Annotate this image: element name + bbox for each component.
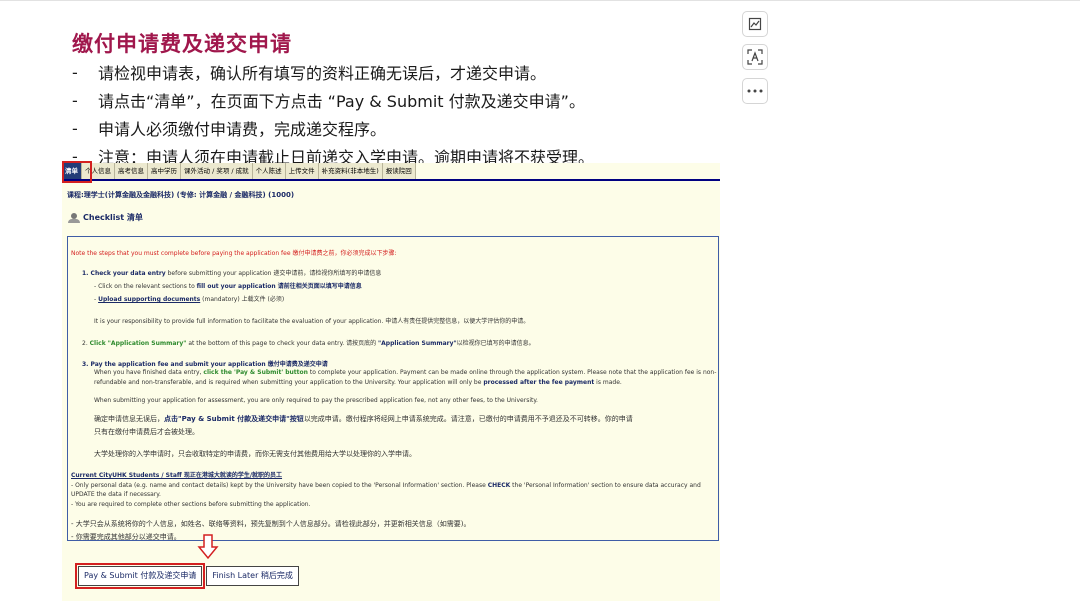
tab-gaokao-info[interactable]: 高考信息: [115, 163, 148, 179]
step-3-cn-1: 确定申请信息无误后，点击"Pay & Submit 付款及递交申请"按钮以完成申…: [94, 415, 633, 423]
image-edit-icon[interactable]: [742, 11, 768, 37]
slide-title: 缴付申请费及递交申请: [72, 32, 292, 56]
more-icon[interactable]: [742, 78, 768, 104]
current-line-1: - Only personal data (e.g. name and cont…: [71, 482, 701, 489]
step-3-cn-3: 大学处理你的入学申请时，只会收取特定的申请费，而你无需支付其他费用给大学以处理你…: [94, 450, 416, 458]
checklist-heading: Checklist 清单: [68, 212, 143, 223]
step-1-a: - Click on the relevant sections to fill…: [94, 283, 362, 290]
step-3-line-1: When you have finished data entry, click…: [94, 369, 717, 376]
tab-personal-statement[interactable]: 个人陈述: [252, 163, 286, 179]
pay-submit-button[interactable]: Pay & Submit 付款及递交申请: [74, 563, 206, 589]
current-line-2: UPDATE the data if necessary.: [71, 491, 161, 498]
tab-supplementary[interactable]: 补充资料(非本地生): [318, 163, 383, 179]
tab-activities[interactable]: 课外活动 / 奖项 / 成就: [181, 163, 253, 179]
checklist-box: Note the steps that you must complete be…: [67, 236, 719, 541]
text-recognition-icon[interactable]: [742, 44, 768, 70]
step-1-title: 1. Check your data entry before submitti…: [82, 270, 382, 277]
step-1-note: It is your responsibility to provide ful…: [94, 318, 530, 325]
step-3-line-3: When submitting your application for ass…: [94, 397, 538, 404]
step-3-title: 3. Pay the application fee and submit yo…: [82, 361, 328, 368]
action-buttons: Pay & Submit 付款及递交申请 Finish Later 稍后完成: [74, 563, 299, 589]
current-cn-1: - 大学只会从系统将你的个人信息，如姓名、联络等资料，预先复制到个人信息部分。请…: [71, 520, 471, 528]
tab-high-school[interactable]: 高中学历: [148, 163, 181, 179]
step-1-b: - Upload supporting documents (mandatory…: [94, 296, 285, 303]
tab-programme[interactable]: 报读院回: [382, 163, 416, 179]
current-students-title: Current CityUHK Students / Staff 现正在港城大就…: [71, 472, 283, 479]
intro-note: Note the steps that you must complete be…: [71, 250, 397, 257]
step-3-line-2: refundable and non-transferable, and is …: [94, 379, 622, 386]
current-cn-2: - 你需要完成其他部分以递交申请。: [71, 533, 181, 541]
course-title: 课程:理学士(计算金融及金融科技) (专修: 计算金融 / 金融科技) (100…: [67, 191, 295, 199]
user-icon: [68, 212, 80, 223]
step-3-cn-2: 只有在缴付申请费后才会被处理。: [94, 428, 199, 436]
arrow-down-icon: [197, 534, 219, 560]
instruction-list: - 请检视申请表，确认所有填写的资料正确无误后，才递交申请。 - 请点击“清单”，在…: [72, 58, 712, 170]
instruction-item: - 申请人必须缴付申请费，完成递交程序。: [72, 118, 387, 140]
finish-later-button[interactable]: Finish Later 稍后完成: [206, 566, 299, 586]
top-divider: [0, 0, 1080, 1]
tab-upload-files[interactable]: 上传文件: [285, 163, 319, 179]
checklist-highlight: [62, 161, 92, 183]
application-screenshot: 清单 个人信息 高考信息 高中学历 课外活动 / 奖项 / 成就 个人陈述 上传…: [62, 161, 720, 601]
instruction-item: - 请检视申请表，确认所有填写的资料正确无误后，才递交申请。: [72, 62, 547, 84]
instruction-item: - 请点击“清单”，在页面下方点击 “Pay & Submit 付款及递交申请”。: [72, 90, 585, 112]
step-2: 2. Click "Application Summary" at the bo…: [82, 340, 535, 347]
current-line-3: - You are required to complete other sec…: [71, 501, 311, 508]
application-tabs: 清单 个人信息 高考信息 高中学历 课外活动 / 奖项 / 成就 个人陈述 上传…: [62, 163, 720, 181]
upload-documents-link[interactable]: Upload supporting documents: [98, 296, 200, 303]
